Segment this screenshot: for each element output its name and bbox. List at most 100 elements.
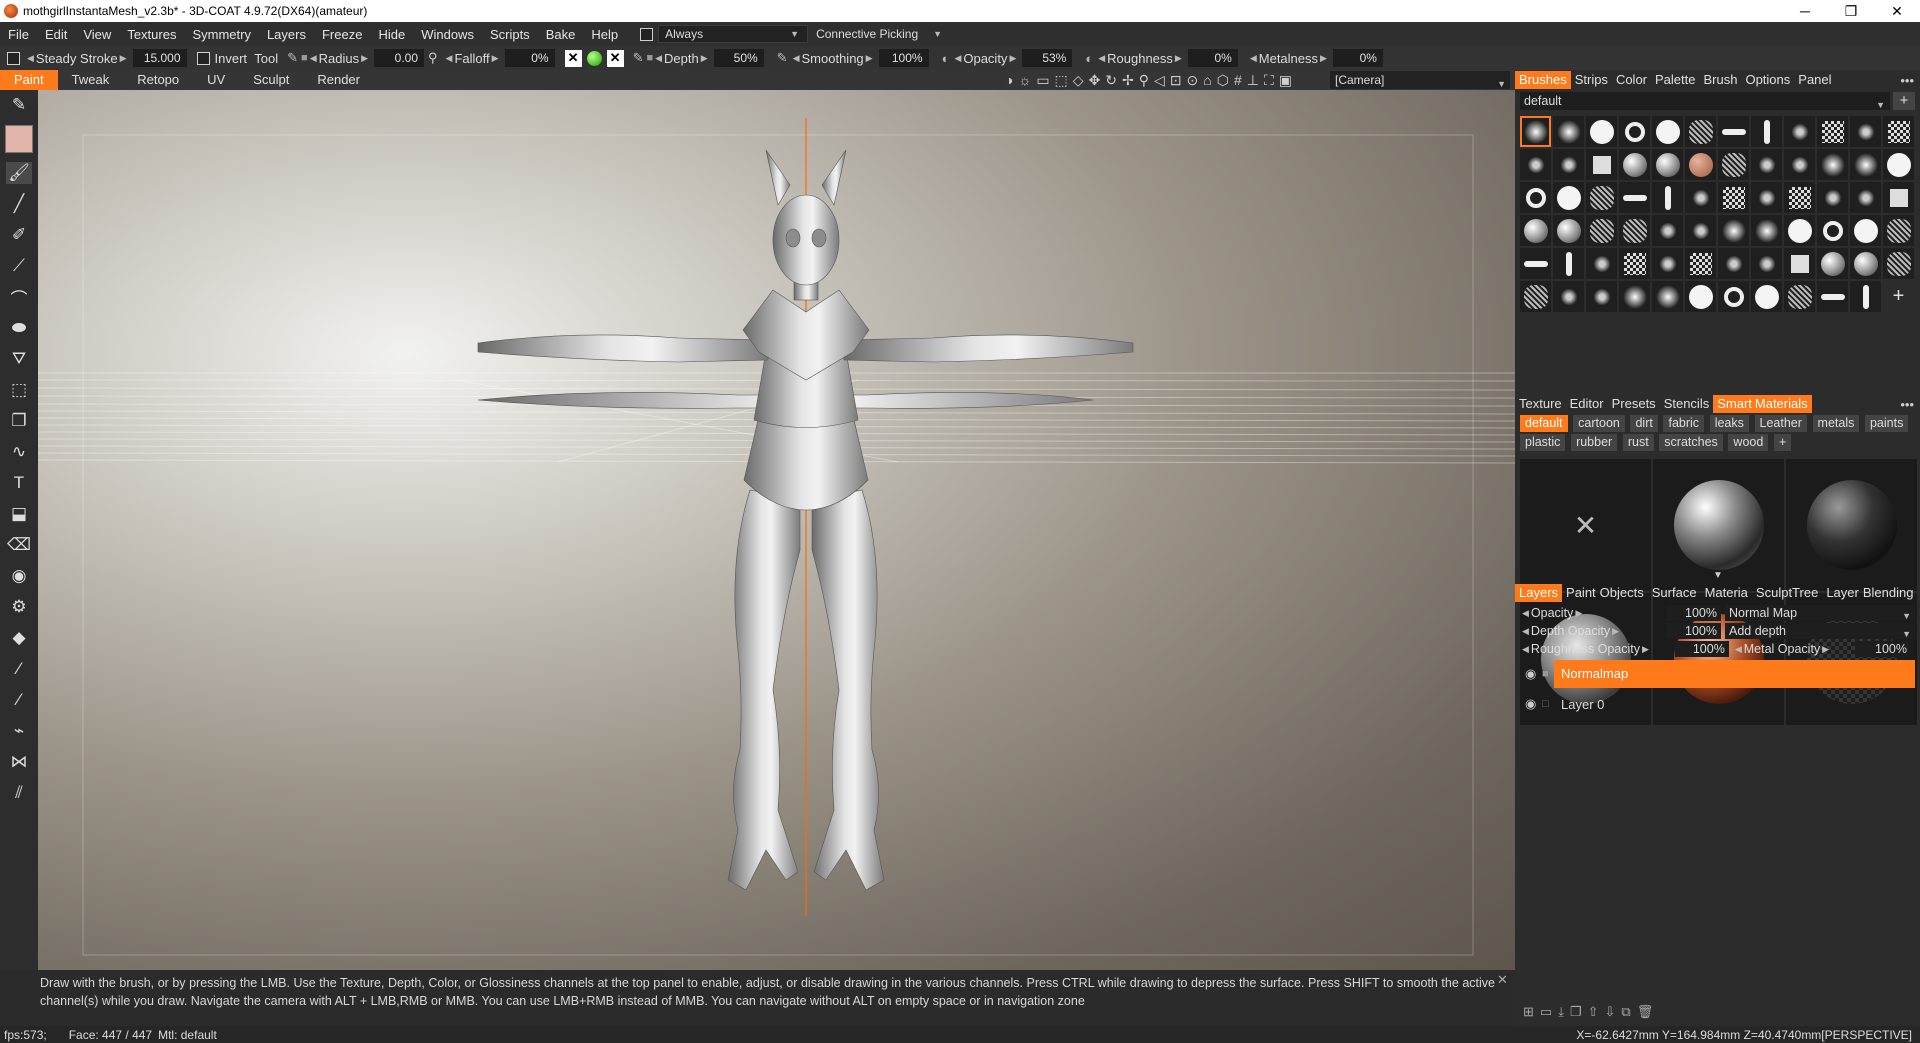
tab-surface[interactable]: Surface	[1648, 584, 1701, 602]
tab-tweak[interactable]: Tweak	[58, 70, 124, 90]
brush-alpha-thumb[interactable]	[1586, 116, 1617, 147]
tab-brush[interactable]: Brush	[1700, 71, 1742, 89]
ruler-icon[interactable]: ◆	[6, 627, 32, 649]
menu-freeze[interactable]: Freeze	[314, 27, 370, 42]
brush-alpha-thumb[interactable]	[1817, 215, 1848, 246]
brush-alpha-thumb[interactable]	[1553, 248, 1584, 279]
category-rubber[interactable]: rubber	[1571, 434, 1618, 451]
layer-opacity-value[interactable]: 100%	[1667, 605, 1721, 621]
brush-alpha-thumb[interactable]	[1652, 248, 1683, 279]
tab-strips[interactable]: Strips	[1571, 71, 1612, 89]
brush-alpha-thumb[interactable]	[1883, 149, 1914, 180]
select-icon[interactable]: ⬚	[6, 379, 32, 401]
brush-alpha-thumb[interactable]	[1718, 116, 1749, 147]
menu-hide[interactable]: Hide	[370, 27, 413, 42]
brush-alpha-thumb[interactable]	[1553, 149, 1584, 180]
tab-objects[interactable]: Objects	[1600, 584, 1648, 602]
brush-alpha-thumb[interactable]	[1784, 149, 1815, 180]
tab-materia[interactable]: Materia	[1701, 584, 1752, 602]
brush-alpha-thumb[interactable]	[1751, 182, 1782, 213]
brush-alpha-thumb[interactable]	[1520, 149, 1551, 180]
brush-alpha-thumb[interactable]	[1850, 281, 1881, 312]
brush-alpha-thumb[interactable]	[1850, 248, 1881, 279]
menu-windows[interactable]: Windows	[413, 27, 482, 42]
brush-alpha-thumb[interactable]	[1586, 215, 1617, 246]
picker-icon[interactable]: ⁄	[6, 658, 32, 680]
brush-alpha-thumb[interactable]	[1883, 215, 1914, 246]
depth-channel-off-icon[interactable]: ✕	[564, 49, 582, 67]
pressure-icon[interactable]: ◐	[1085, 51, 1093, 66]
zoom-icon[interactable]: ⚲	[1139, 72, 1149, 89]
tab-paint[interactable]: Paint	[0, 70, 58, 90]
move-down-icon[interactable]: ⇩	[1605, 1004, 1616, 1020]
brush-alpha-thumb[interactable]	[1883, 248, 1914, 279]
layer-item-layer-0[interactable]: ◉ □ Layer 0	[1520, 690, 1915, 718]
brush-alpha-thumb[interactable]	[1751, 116, 1782, 147]
category-leather[interactable]: Leather	[1754, 415, 1807, 432]
brush-alpha-thumb[interactable]	[1553, 281, 1584, 312]
brush-alpha-thumb[interactable]	[1817, 116, 1848, 147]
color-swatch[interactable]	[5, 125, 33, 153]
brush-alpha-thumb[interactable]	[1685, 149, 1716, 180]
tab-blending[interactable]: Blending	[1863, 584, 1918, 602]
drop-icon[interactable]: ◇	[1073, 72, 1084, 89]
tab-color[interactable]: Color	[1612, 71, 1651, 89]
category-fabric[interactable]: fabric	[1663, 415, 1705, 432]
smudge-icon[interactable]: ⌒	[6, 286, 32, 309]
eye-icon[interactable]: ◉	[6, 565, 32, 587]
merge-icon[interactable]: ⧉	[1621, 1004, 1630, 1020]
import-icon[interactable]: ⤓	[1558, 1004, 1564, 1020]
brush-alpha-thumb[interactable]	[1553, 215, 1584, 246]
pen-icon[interactable]: ✎	[777, 50, 788, 66]
transform-icon[interactable]: ⬓	[6, 503, 32, 525]
add-category-button[interactable]: +	[1773, 434, 1792, 451]
move-up-icon[interactable]: ⇧	[1588, 1004, 1599, 1020]
material-none[interactable]: ✕	[1520, 459, 1651, 591]
category-cartoon[interactable]: cartoon	[1573, 415, 1625, 432]
brush-alpha-thumb[interactable]	[1685, 182, 1716, 213]
depth-mode-dropdown[interactable]: Add depth ▼	[1725, 623, 1915, 639]
tab-retopo[interactable]: Retopo	[123, 70, 193, 90]
brush-alpha-thumb[interactable]	[1586, 248, 1617, 279]
brush-alpha-thumb[interactable]	[1586, 182, 1617, 213]
center-icon[interactable]: ⊙	[1187, 72, 1199, 89]
menu-scripts[interactable]: Scripts	[482, 27, 538, 42]
brush-alpha-thumb[interactable]	[1751, 149, 1782, 180]
brush-alpha-thumb[interactable]	[1817, 248, 1848, 279]
tab-options[interactable]: Options	[1741, 71, 1794, 89]
metalness-value[interactable]: 0%	[1332, 49, 1383, 67]
smoothing-value[interactable]: 100%	[878, 49, 929, 67]
gear-icon[interactable]: ⚙	[6, 596, 32, 618]
brush-alpha-thumb[interactable]	[1652, 281, 1683, 312]
brush-alpha-thumb[interactable]	[1718, 215, 1749, 246]
panel-menu-icon[interactable]: •••	[1900, 73, 1914, 88]
category-paints[interactable]: paints	[1864, 415, 1909, 432]
category-plastic[interactable]: plastic	[1520, 434, 1566, 451]
brush-alpha-thumb[interactable]	[1685, 116, 1716, 147]
brush-alpha-thumb[interactable]	[1586, 149, 1617, 180]
cube-icon[interactable]: ⬡	[1217, 72, 1229, 89]
brush-alpha-thumb[interactable]	[1751, 248, 1782, 279]
menu-file[interactable]: File	[0, 27, 37, 42]
fullscreen-icon[interactable]: ⛶	[1264, 72, 1274, 89]
paint-brush-icon[interactable]: 🖌	[6, 162, 32, 184]
tab-materials[interactable]: Materials	[1751, 395, 1812, 413]
stroke-value[interactable]: 15.000	[132, 49, 187, 67]
menu-edit[interactable]: Edit	[37, 27, 75, 42]
brush-alpha-thumb[interactable]	[1553, 182, 1584, 213]
brush-alpha-thumb[interactable]	[1718, 182, 1749, 213]
fill-icon[interactable]: ⬬	[6, 317, 32, 339]
panel-menu-icon[interactable]: •••	[1900, 397, 1914, 412]
eraser-icon[interactable]: ⌫	[6, 534, 32, 556]
brush-alpha-thumb[interactable]	[1685, 281, 1716, 312]
opacity-value[interactable]: 53%	[1022, 49, 1073, 67]
stamp-icon[interactable]: ⛛	[6, 348, 32, 370]
brush-alpha-thumb[interactable]	[1520, 248, 1551, 279]
brush-alpha-thumb[interactable]	[1751, 281, 1782, 312]
hint-close-button[interactable]: ✕	[1497, 972, 1508, 988]
lock-icon[interactable]: □	[1542, 698, 1554, 710]
category-dirt[interactable]: dirt	[1630, 415, 1658, 432]
menu-bake[interactable]: Bake	[538, 27, 584, 42]
contrast-icon[interactable]: ◑	[1005, 72, 1013, 88]
menu-help[interactable]: Help	[583, 27, 626, 42]
